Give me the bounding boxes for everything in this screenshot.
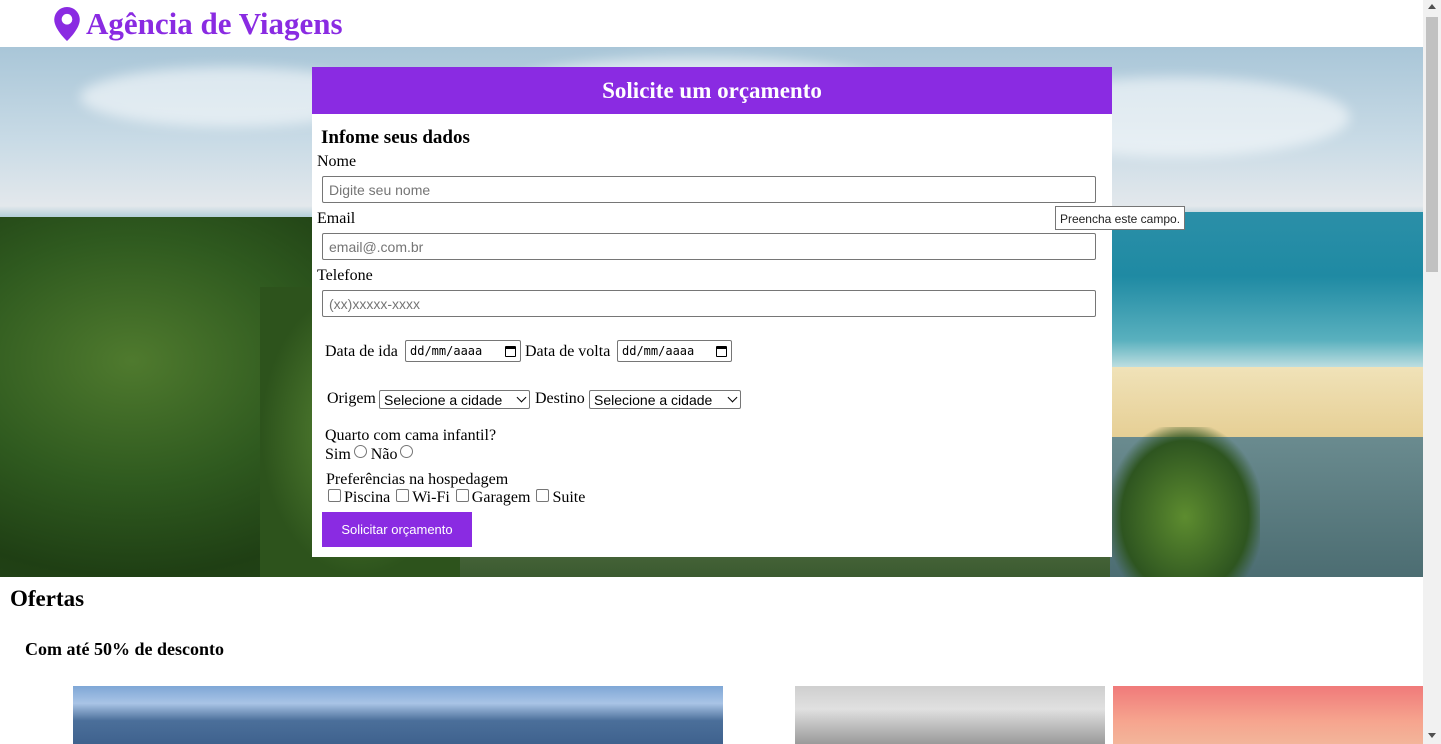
wifi-label: Wi-Fi — [412, 489, 450, 506]
offers-title: Ofertas — [10, 586, 85, 611]
return-date-input[interactable]: dd/mm/aaaa — [617, 340, 732, 362]
name-label: Nome — [317, 153, 357, 170]
offer-image[interactable] — [795, 686, 1105, 744]
prefs-label: Preferências na hospedagem — [326, 471, 509, 488]
depart-date-value: dd/mm/aaaa — [410, 344, 483, 358]
email-label: Email — [317, 210, 356, 227]
name-input[interactable] — [322, 176, 1096, 203]
email-input[interactable] — [322, 233, 1096, 260]
suite-checkbox[interactable] — [536, 489, 550, 502]
offer-image[interactable] — [73, 686, 723, 744]
child-bed-options: Sim Não — [325, 445, 414, 464]
submit-quote-button[interactable]: Solicitar orçamento — [322, 512, 472, 547]
destination-label: Destino — [535, 390, 585, 407]
scrollbar-thumb[interactable] — [1426, 17, 1438, 272]
destination-select[interactable]: Selecione a cidade — [589, 390, 741, 409]
pool-checkbox[interactable] — [328, 489, 341, 502]
form-heading: Solicite um orçamento — [312, 67, 1112, 114]
scroll-down-arrow-icon[interactable] — [1428, 733, 1436, 738]
phone-label: Telefone — [317, 267, 373, 284]
calendar-icon[interactable] — [505, 345, 516, 357]
destination-selected: Selecione a cidade — [594, 391, 713, 408]
suite-label: Suite — [552, 489, 586, 506]
chevron-down-icon — [516, 392, 527, 403]
no-radio[interactable] — [400, 445, 414, 458]
yes-radio[interactable] — [353, 445, 367, 458]
phone-input[interactable] — [322, 290, 1096, 317]
prefs-options: Piscina Wi-Fi Garagem Suite — [326, 489, 585, 507]
pool-label: Piscina — [344, 489, 391, 506]
chevron-down-icon — [727, 392, 738, 403]
child-bed-question: Quarto com cama infantil? — [325, 427, 497, 444]
map-pin-icon — [54, 7, 80, 41]
wifi-checkbox[interactable] — [396, 489, 410, 502]
origin-select[interactable]: Selecione a cidade — [379, 390, 530, 409]
offers-subtitle: Com até 50% de desconto — [25, 639, 224, 659]
validation-tooltip: Preencha este campo. — [1055, 206, 1185, 230]
vertical-scrollbar[interactable] — [1423, 0, 1441, 744]
origin-selected: Selecione a cidade — [384, 391, 503, 408]
yes-label: Sim — [325, 446, 351, 463]
origin-label: Origem — [327, 390, 376, 407]
depart-date-label: Data de ida — [325, 343, 398, 360]
depart-date-input[interactable]: dd/mm/aaaa — [405, 340, 521, 362]
offer-image[interactable] — [1113, 686, 1423, 744]
garage-label: Garagem — [471, 489, 531, 506]
calendar-icon[interactable] — [716, 345, 727, 357]
no-label: Não — [370, 446, 398, 463]
form-legend: Infome seus dados — [321, 127, 470, 148]
site-header: Agência de Viagens — [0, 0, 1423, 47]
garage-checkbox[interactable] — [455, 489, 469, 502]
return-date-value: dd/mm/aaaa — [622, 344, 695, 358]
site-title: Agência de Viagens — [86, 6, 343, 41]
return-date-label: Data de volta — [525, 343, 611, 360]
scroll-up-arrow-icon[interactable] — [1428, 4, 1436, 9]
quote-form: Solicite um orçamento Infome seus dados … — [312, 67, 1112, 557]
brand[interactable]: Agência de Viagens — [54, 4, 343, 44]
